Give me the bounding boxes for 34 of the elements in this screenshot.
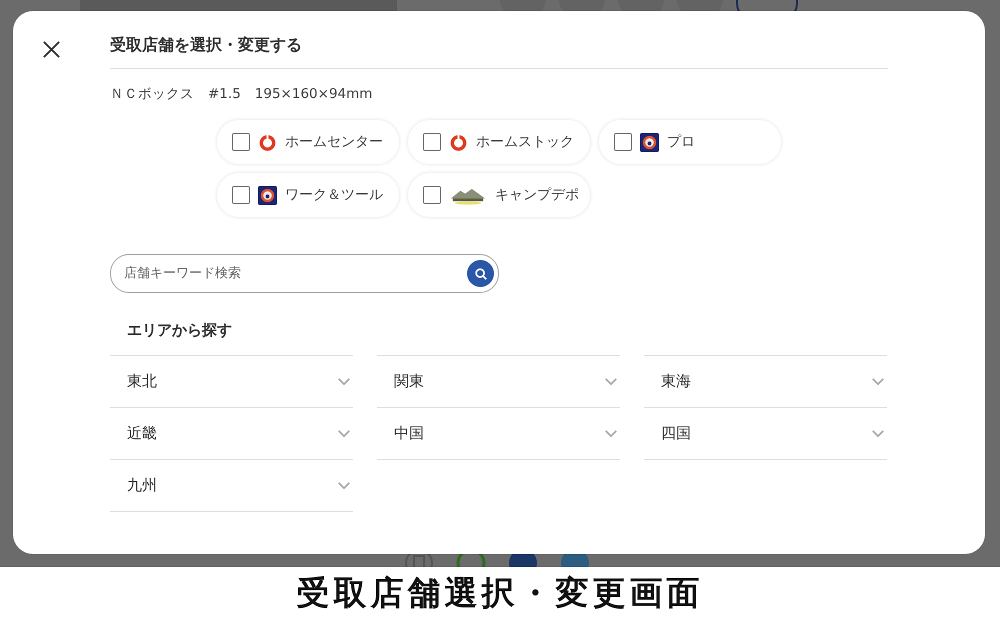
checkbox[interactable] [232, 133, 250, 151]
chevron-icon [337, 429, 351, 438]
area-accordion-item[interactable]: 九州 [110, 460, 353, 512]
store-filter-chip[interactable]: キャンプデポ [408, 173, 590, 217]
close-icon[interactable] [42, 40, 61, 59]
checkbox[interactable] [614, 133, 632, 151]
area-accordion-item[interactable]: 関東 [377, 355, 620, 408]
store-filter-chip[interactable]: ホームストック [408, 120, 590, 164]
area-accordion-item[interactable]: 東北 [110, 355, 353, 408]
area-accordion-item[interactable]: 四国 [644, 408, 887, 460]
area-accordion-item[interactable]: 近畿 [110, 408, 353, 460]
area-accordion-item[interactable]: 中国 [377, 408, 620, 460]
checkbox[interactable] [423, 186, 441, 204]
search-field[interactable]: 店舗キーワード検索 [110, 254, 499, 293]
checkbox[interactable] [423, 133, 441, 151]
chevron-icon [871, 429, 885, 438]
chevron-icon [337, 377, 351, 386]
product-info: ＮＣボックス #1.5 195×160×94mm [110, 85, 374, 103]
section-heading: エリアから探す [127, 321, 233, 340]
store-filter-chip[interactable]: ワーク＆ツール [217, 173, 399, 217]
modal-title: 受取店舗を選択・変更する [110, 35, 888, 69]
ring-logo-icon [258, 132, 277, 152]
area-accordion-item[interactable]: 東海 [644, 355, 887, 408]
store-filter-chip[interactable]: プロ [599, 120, 781, 164]
store-filter-chip[interactable]: ホームセンター [217, 120, 399, 164]
ring-logo-icon [449, 132, 468, 152]
chevron-icon [604, 429, 618, 438]
ring-badge-icon [258, 186, 277, 204]
chevron-icon [871, 377, 885, 386]
ring-badge-icon [640, 132, 659, 152]
chevron-icon [604, 377, 618, 386]
search-icon [474, 266, 488, 280]
checkbox[interactable] [232, 186, 250, 204]
chevron-icon [337, 481, 351, 490]
